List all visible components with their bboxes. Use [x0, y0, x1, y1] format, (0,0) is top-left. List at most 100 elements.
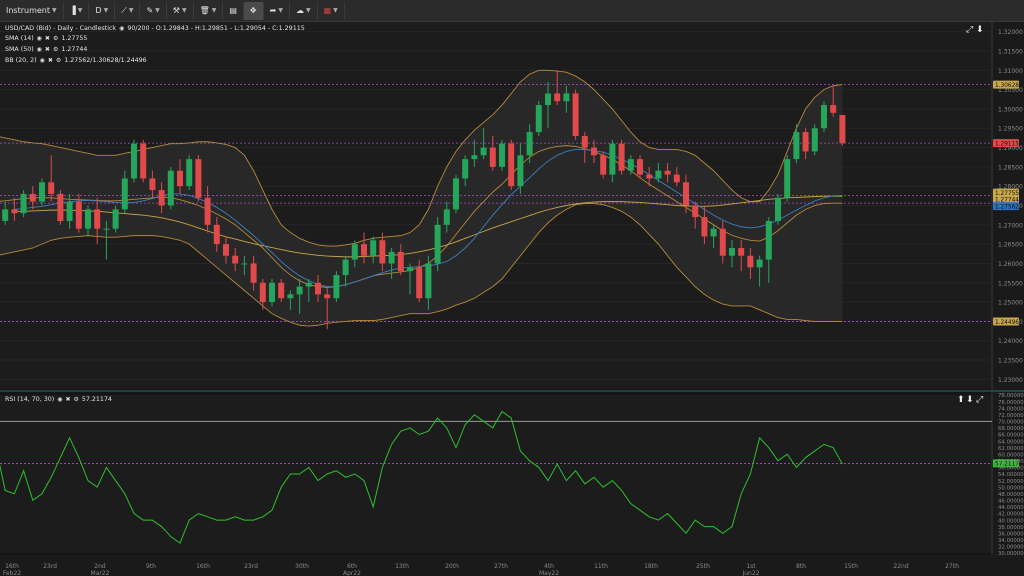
chart-area[interactable]: 1.320001.315001.310001.305001.300001.295… [0, 22, 1024, 576]
candle-body [480, 147, 487, 156]
sma50-label: SMA (50) [5, 46, 34, 53]
close-icon[interactable]: ✖ [45, 46, 50, 54]
settings-icon[interactable]: ⚙ [73, 396, 78, 404]
price-tick-label: 1.28500 [998, 164, 1023, 171]
settings-icon[interactable]: ⚙ [53, 35, 58, 43]
candle-body [416, 267, 423, 299]
trash-icon: 🗑 [199, 6, 210, 15]
layout-button[interactable]: ▤ [223, 1, 244, 20]
close-icon[interactable]: ✖ [45, 35, 50, 43]
chevron-down-icon: ▼ [278, 7, 283, 14]
candle-body [223, 244, 229, 256]
crosshair-button[interactable]: ✥ [243, 1, 264, 20]
candle-body [489, 147, 496, 167]
price-marker-label: 1.24496 [995, 320, 1019, 326]
candle-body [287, 294, 294, 299]
candle-body [784, 159, 791, 198]
time-tick-day: 23rd [244, 563, 258, 570]
expand-icon[interactable]: ⤢ [976, 395, 983, 405]
line-tool-button[interactable]: ⟋ ▼ [115, 1, 141, 20]
candle-body [57, 193, 64, 221]
candle [600, 151, 607, 179]
candle-body [232, 255, 239, 264]
share-button[interactable]: ➦ ▼ [264, 1, 290, 20]
candle [434, 217, 441, 272]
candle [453, 174, 459, 214]
price-tick-label: 1.30000 [998, 106, 1023, 113]
candle [186, 155, 193, 191]
time-tick-day: 2nd [94, 563, 106, 570]
flag-icon: ▦ [323, 6, 332, 15]
rsi-tick-label: 76.00000 [998, 400, 1024, 406]
rsi-tick-label: 66.00000 [998, 433, 1024, 439]
cloud-icon: ☁ [295, 6, 304, 15]
candle [39, 178, 45, 206]
interval-selector[interactable]: D ▼ [89, 1, 116, 20]
time-tick-month: Apr22 [343, 570, 361, 576]
close-icon[interactable]: ✖ [65, 396, 70, 404]
candle-body [149, 178, 156, 191]
candle-body [75, 201, 82, 229]
candle-body [158, 190, 165, 206]
candle-body [508, 143, 515, 187]
expand-icon[interactable]: ⤢ [966, 25, 973, 35]
cloud-button[interactable]: ☁ ▼ [290, 1, 318, 20]
candle-body [186, 159, 193, 187]
time-tick-day: 27th [945, 563, 959, 570]
candle [784, 155, 791, 202]
candle-body [443, 209, 450, 225]
candle-body [407, 267, 413, 272]
language-button[interactable]: ▦ ▼ [318, 1, 345, 20]
eye-icon[interactable]: ◉ [119, 25, 124, 33]
candle-body [572, 93, 579, 136]
candle-body [11, 209, 18, 214]
chevron-down-icon: ▼ [155, 7, 160, 14]
price-marker-label: 1.30628 [995, 83, 1019, 89]
candle-body [765, 220, 772, 260]
bar-chart-button[interactable]: ▐ ▼ [64, 1, 90, 20]
chevron-down-icon: ▼ [77, 7, 83, 14]
rsi-panel-bg [0, 395, 992, 553]
time-tick-day: 30th [295, 563, 309, 570]
candle-body [535, 105, 542, 133]
candle-body [719, 228, 726, 256]
instrument-title: USD/CAD (Bid) - Daily - Candlestick [5, 25, 117, 32]
interval-label: D [95, 6, 102, 15]
rsi-tick-label: 52.00000 [998, 479, 1024, 485]
eye-icon[interactable]: ◉ [57, 396, 62, 404]
candle-body [315, 282, 321, 295]
settings-icon[interactable]: ⚙ [56, 57, 61, 65]
candle-body [259, 282, 266, 303]
delete-button[interactable]: 🗑 ▼ [194, 1, 224, 20]
chevron-down-icon: ▼ [333, 7, 338, 14]
candle-body [526, 132, 533, 156]
price-tick-label: 1.25000 [998, 300, 1023, 307]
rsi-tick-label: 50.00000 [998, 485, 1024, 491]
candle-body [655, 170, 662, 179]
time-tick-day: 13th [395, 563, 409, 570]
price-tick-label: 1.26500 [998, 242, 1023, 249]
share-icon: ➦ [269, 6, 277, 15]
draw-tool-button[interactable]: ✎ ▼ [140, 1, 167, 20]
move-up-icon[interactable]: ⬆ [957, 395, 965, 405]
candle [775, 193, 781, 225]
move-down-icon[interactable]: ⬇ [966, 395, 974, 405]
eye-icon[interactable]: ◉ [37, 35, 42, 43]
time-tick-day: 22nd [893, 563, 908, 570]
instrument-selector[interactable]: Instrument ▼ [0, 1, 64, 20]
candle-body [342, 259, 349, 276]
settings-icon[interactable]: ⚙ [53, 46, 58, 54]
time-tick-day: 4th [544, 563, 554, 570]
candle [499, 139, 505, 171]
candle [811, 124, 818, 156]
tools-button[interactable]: ⚒ ▼ [167, 1, 194, 20]
rsi-tick-label: 32.00000 [998, 545, 1024, 551]
candle-body [250, 263, 257, 283]
eye-icon[interactable]: ◉ [40, 57, 45, 65]
rsi-axis[interactable]: 78.0000076.0000074.0000072.0000070.00000… [998, 393, 1024, 557]
move-down-icon[interactable]: ⬇ [976, 25, 984, 35]
candle-body [581, 135, 588, 148]
close-icon[interactable]: ✖ [48, 57, 53, 65]
eye-icon[interactable]: ◉ [37, 46, 42, 54]
candle-body [278, 282, 285, 299]
